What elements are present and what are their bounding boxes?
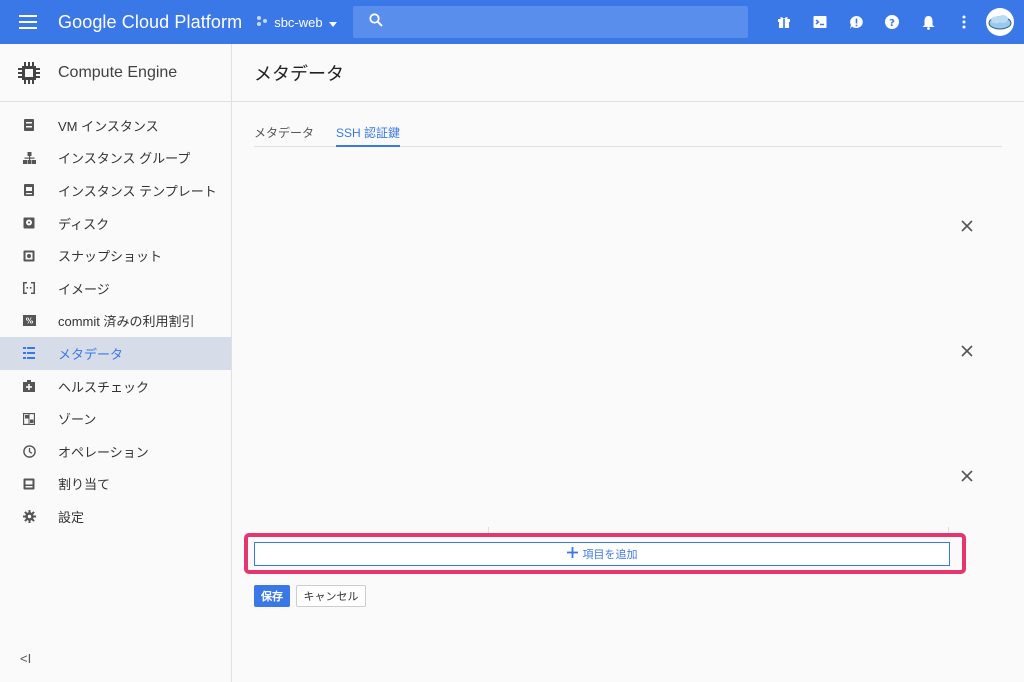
tab-bar: メタデータ SSH 認証鍵 [254, 124, 1002, 147]
sidebar-item-health-checks[interactable]: ヘルスチェック [0, 370, 231, 403]
help-icon[interactable]: ? [874, 0, 910, 44]
image-icon [0, 282, 58, 295]
remove-key-3-close-icon[interactable] [957, 466, 977, 486]
search-icon [369, 12, 383, 32]
brand-title[interactable]: Google Cloud Platform [58, 12, 242, 33]
metadata-icon [0, 347, 58, 360]
add-item-label: 項目を追加 [582, 549, 638, 561]
quota-icon [0, 478, 58, 490]
project-name: sbc-web [274, 14, 323, 30]
sidebar-item-zones[interactable]: ゾーン [0, 402, 231, 435]
notifications-alert-icon[interactable] [838, 0, 874, 44]
zone-icon [0, 412, 58, 425]
page-header: メタデータ [232, 44, 1024, 102]
save-button[interactable]: 保存 [254, 585, 290, 607]
sidebar-item-settings[interactable]: 設定 [0, 500, 231, 533]
sidebar-item-label: 割り当て [58, 477, 111, 493]
sidebar-item-label: VM インスタンス [58, 118, 159, 134]
add-item-button[interactable]: 項目を追加 [254, 542, 950, 566]
sidebar-item-label: オペレーション [58, 444, 149, 460]
sidebar-item-operations[interactable]: オペレーション [0, 435, 231, 468]
gift-icon[interactable] [766, 0, 802, 44]
clock-icon [0, 444, 58, 458]
plus-icon [566, 546, 578, 562]
instance-template-icon [0, 184, 58, 197]
cloud-shell-icon[interactable] [802, 0, 838, 44]
sidebar-item-label: イメージ [58, 281, 110, 297]
sidebar-item-instance-groups[interactable]: インスタンス グループ [0, 142, 231, 175]
sidebar-nav: VM インスタンス インスタンス グループ インスタンス テンプレート ディスク… [0, 102, 231, 533]
sidebar-item-instance-templates[interactable]: インスタンス テンプレート [0, 174, 231, 207]
cancel-button[interactable]: キャンセル [296, 585, 366, 607]
disk-icon [0, 217, 58, 229]
sidebar-item-images[interactable]: イメージ [0, 272, 231, 305]
sidebar-item-label: 設定 [58, 509, 85, 525]
project-selector[interactable]: sbc-web [256, 14, 337, 30]
search-input[interactable] [393, 14, 748, 30]
sidebar-header: Compute Engine [0, 44, 231, 102]
collapse-sidebar-button[interactable]: <I [20, 651, 31, 666]
sidebar-item-vm-instances[interactable]: VM インスタンス [0, 109, 231, 142]
sidebar-item-committed-use[interactable]: % commit 済みの利用割引 [0, 305, 231, 338]
sidebar-item-label: インスタンス グループ [58, 151, 191, 167]
sidebar-item-label: メタデータ [58, 346, 124, 362]
top-app-bar: Google Cloud Platform sbc-web ? [0, 0, 1024, 44]
gear-icon [0, 509, 58, 523]
search-bar[interactable] [353, 6, 748, 38]
main-content: メタデータ メタデータ SSH 認証鍵 項目を追加 保存 キャンセル [232, 44, 1024, 682]
sidebar-item-label: ゾーン [58, 412, 97, 428]
svg-text:%: % [25, 317, 33, 326]
sidebar-item-label: スナップショット [58, 249, 163, 265]
sidebar-item-label: インスタンス テンプレート [58, 183, 217, 199]
sidebar-item-snapshots[interactable]: スナップショット [0, 239, 231, 272]
sidebar-item-disks[interactable]: ディスク [0, 207, 231, 240]
remove-key-2-close-icon[interactable] [957, 341, 977, 361]
compute-engine-chip-icon [0, 60, 58, 86]
tab-metadata[interactable]: メタデータ [254, 124, 314, 147]
bell-icon[interactable] [910, 0, 946, 44]
percent-icon: % [0, 315, 58, 327]
more-vert-icon[interactable] [946, 0, 982, 44]
svg-text:?: ? [889, 18, 895, 29]
avatar[interactable] [986, 8, 1014, 36]
topbar-actions: ? [766, 0, 1024, 44]
sidebar-item-label: ディスク [58, 216, 110, 232]
instance-group-icon [0, 151, 58, 164]
sidebar-item-quotas[interactable]: 割り当て [0, 468, 231, 501]
chevron-down-icon [328, 15, 337, 30]
page-title: メタデータ [254, 63, 344, 84]
vm-instance-icon [0, 119, 58, 132]
sidebar: Compute Engine VM インスタンス インスタンス グループ インス… [0, 44, 232, 682]
sidebar-item-label: ヘルスチェック [58, 379, 150, 395]
tab-ssh-keys[interactable]: SSH 認証鍵 [336, 124, 401, 147]
sidebar-item-label: commit 済みの利用割引 [58, 314, 195, 330]
hamburger-menu-icon[interactable] [0, 0, 56, 44]
health-check-icon [0, 380, 58, 393]
product-title: Compute Engine [58, 63, 178, 81]
sidebar-item-metadata[interactable]: メタデータ [0, 337, 231, 370]
snapshot-icon [0, 250, 58, 262]
remove-key-1-close-icon[interactable] [957, 216, 977, 236]
project-icon [256, 15, 268, 30]
